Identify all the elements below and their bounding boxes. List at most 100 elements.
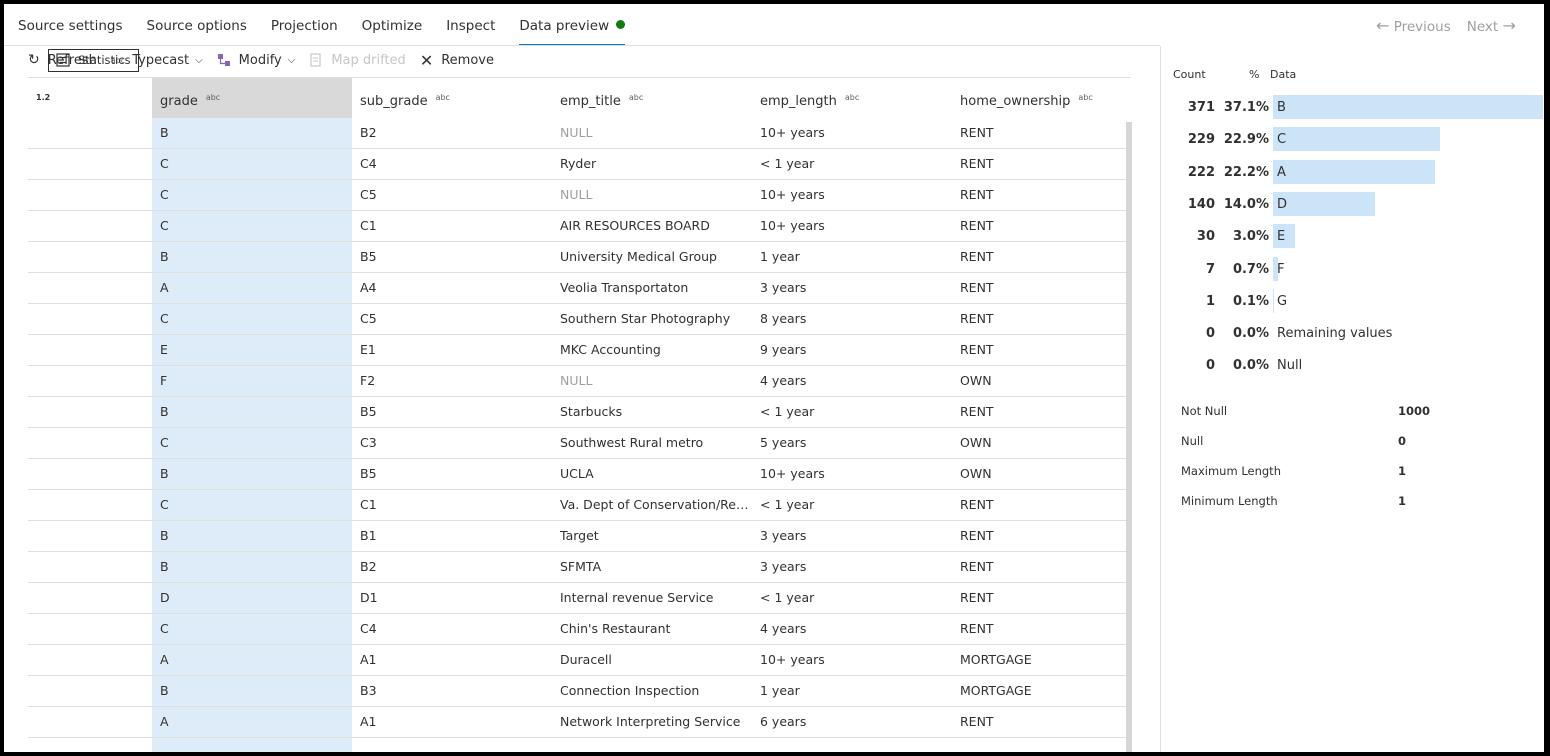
table-row[interactable]: A A1 Network Interpreting Service 6 years RE… [28,707,1126,738]
table-cell-emp-length: 3 years [760,528,807,543]
table-row[interactable]: C C4 Chin's Restaurant 4 years RENT [28,614,1126,645]
table-cell-emp-title: Target [560,528,599,543]
frequency-count: 1 [1205,293,1215,309]
table-cell-grade: A [160,714,169,729]
tab-inspect[interactable]: Inspect [446,16,495,46]
frequency-row: 30 3.0% E [1161,224,1544,250]
table-row[interactable]: D D1 Internal revenue Service < 1 year RENT [28,583,1126,614]
table-cell-home-ownership: RENT [960,249,994,264]
table-cell-home-ownership: RENT [960,497,994,512]
table-cell-sub-grade: C4 [360,621,377,636]
table-row[interactable]: C C4 Ryder < 1 year RENT [28,149,1126,180]
tab-source-settings[interactable]: Source settings [18,16,123,46]
column-header-home-ownership[interactable]: home_ownership abc [952,78,1122,118]
table-row[interactable]: C C1 Va. Dept of Conservation/Rec... < 1 ye… [28,490,1126,521]
table-cell-home-ownership: RENT [960,311,994,326]
table-cell-emp-length: 9 years [760,342,807,357]
vertical-scrollbar[interactable] [1126,122,1132,752]
frequency-row: 0 0.0% Null [1161,353,1544,379]
frequency-percent: 0.7% [1232,261,1269,277]
table-cell-grade: B [160,249,169,264]
frequency-label: D [1277,196,1288,212]
table-cell-home-ownership: RENT [960,218,994,233]
arrow-left-icon: ← [1376,16,1390,35]
map-drifted-button[interactable]: Map drifted [309,48,406,72]
arrow-right-icon: → [1502,16,1516,35]
table-cell-emp-title: Chin's Restaurant [560,621,671,636]
table-cell-sub-grade: B5 [360,249,377,264]
map-drifted-label: Map drifted [331,52,406,68]
statistics-button[interactable]: Statistics [48,48,139,72]
table-row[interactable]: B B2 SFMTA 3 years RENT [28,552,1126,583]
data-grid: 1.2 grade abc sub_grade abc emp_title abc e… [28,78,1132,752]
frequency-percent: 22.2% [1223,164,1269,180]
table-cell-grade: D [160,590,170,605]
table-row[interactable]: F F2 NULL 4 years OWN [28,366,1126,397]
table-cell-emp-length: 4 years [760,621,807,636]
tab-projection[interactable]: Projection [271,16,338,46]
previous-label: Previous [1393,19,1451,35]
frequency-label: E [1277,229,1286,245]
table-cell-grade: A [160,280,169,295]
table-row[interactable]: B B1 Target 3 years RENT [28,521,1126,552]
tab-source-options[interactable]: Source options [147,16,247,46]
frequency-percent: 0.0% [1232,358,1269,374]
table-row[interactable]: B B5 Starbucks < 1 year RENT [28,397,1126,428]
table-row[interactable]: C C5 Southern Star Photography 8 years RENT [28,304,1126,335]
table-row[interactable]: B B5 UCLA 10+ years OWN [28,459,1126,490]
column-header-emp-title[interactable]: emp_title abc [552,78,752,118]
next-label: Next [1466,19,1499,35]
table-row[interactable]: A A4 Veolia Transportaton 3 years RENT [28,273,1126,304]
column-type-label: abc [205,93,221,102]
frequency-percent: 14.0% [1223,196,1269,212]
column-header-emp-length[interactable]: emp_length abc [752,78,952,118]
table-cell-sub-grade: A4 [360,280,377,295]
table-row[interactable]: B B2 NULL 10+ years RENT [28,118,1126,149]
table-cell-emp-length: 10+ years [760,187,825,202]
table-cell-emp-title: UCLA [560,466,594,481]
remove-button[interactable]: ✕ Remove [420,48,494,72]
modify-button[interactable]: Modify ⌵ [217,48,295,72]
table-cell-sub-grade: F2 [360,373,376,388]
tab-optimize[interactable]: Optimize [362,16,423,46]
column-header-grade[interactable]: grade abc [152,78,352,118]
frequency-percent: 0.1% [1232,293,1269,309]
table-row[interactable]: B B3 Connection Inspection 1 year MORTGAGE [28,676,1126,707]
table-cell-home-ownership: RENT [960,280,994,295]
table-cell-grade: F [160,373,168,388]
table-cell-emp-title: University Medical Group [560,249,717,264]
table-row[interactable]: C C3 Southwest Rural metro 5 years OWN [28,428,1126,459]
frequency-count: 30 [1196,229,1215,245]
table-row[interactable]: A A1 Duracell 10+ years MORTGAGE [28,645,1126,676]
frequency-count: 222 [1187,164,1215,180]
status-dot-icon [616,20,626,29]
table-cell-emp-length: < 1 year [760,156,815,171]
frequency-row: 229 22.9% C [1161,127,1544,153]
table-cell-home-ownership: RENT [960,187,994,202]
table-cell-grade: C [160,156,169,171]
next-button[interactable]: Next → [1467,16,1516,35]
table-cell-home-ownership: OWN [960,435,992,450]
table-cell-home-ownership: MORTGAGE [960,652,1032,667]
table-cell-emp-title: NULL [560,373,593,388]
table-row[interactable]: E E1 MKC Accounting 9 years RENT [28,335,1126,366]
table-cell-grade: E [160,342,168,357]
table-row[interactable]: C C1 AIR RESOURCES BOARD 10+ years RENT [28,211,1126,242]
grid-header: 1.2 grade abc sub_grade abc emp_title abc e… [28,78,1130,118]
table-cell-grade: B [160,683,169,698]
table-cell-emp-title: Connection Inspection [560,683,700,698]
table-cell-emp-length: 10+ years [760,652,825,667]
table-cell-sub-grade: B2 [360,125,377,140]
table-cell-grade: B [160,559,169,574]
column-header-label: sub_grade [360,94,428,109]
table-cell-emp-length: 8 years [760,311,807,326]
table-row[interactable]: C C5 NULL 10+ years RENT [28,180,1126,211]
table-row[interactable]: B B5 University Medical Group 1 year RENT [28,242,1126,273]
table-cell-grade: B [160,404,169,419]
previous-button[interactable]: ← Previous [1376,16,1451,35]
column-header-sub-grade[interactable]: sub_grade abc [352,78,552,118]
frequency-row: 7 0.7% F [1161,256,1544,283]
tab-data-preview[interactable]: Data preview [519,16,626,46]
column-type-label: abc [628,93,644,102]
table-cell-emp-title: Southwest Rural metro [560,435,704,450]
